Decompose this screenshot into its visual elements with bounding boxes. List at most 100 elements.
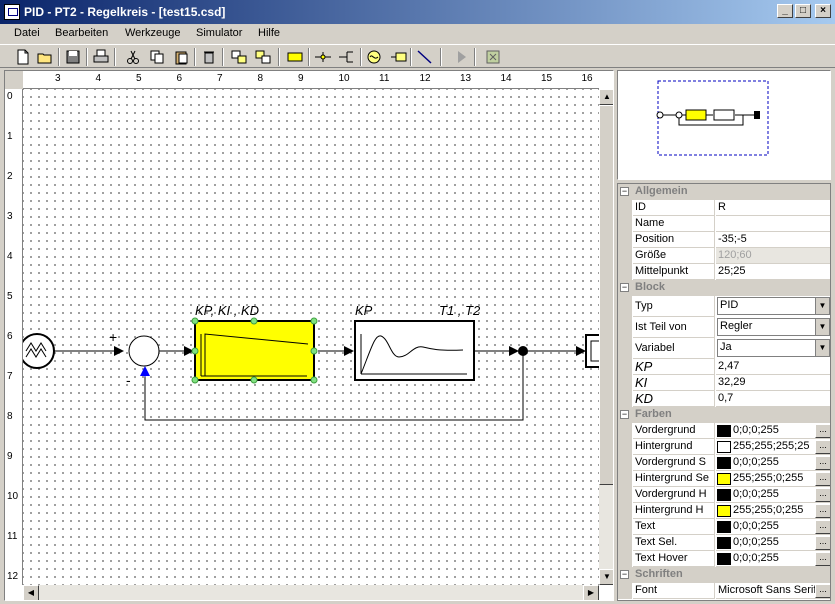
category-farben[interactable]: − Farben xyxy=(618,407,830,423)
scroll-right-arrow-icon[interactable]: ▶ xyxy=(583,585,599,600)
scroll-left-arrow-icon[interactable]: ◀ xyxy=(23,585,39,600)
property-value[interactable]: Microsoft Sans Serif xyxy=(716,583,830,599)
diagram-grid[interactable]: + - KP, KI , KD KP T1 , T2 xyxy=(23,89,599,585)
summation-icon[interactable] xyxy=(338,48,356,66)
open-icon[interactable] xyxy=(36,48,54,66)
toolbar-separator xyxy=(360,48,362,66)
color-property-row[interactable]: Hintergrund H 255;255;0;255... xyxy=(618,503,830,519)
sink-icon[interactable] xyxy=(390,48,408,66)
menu-werkzeuge[interactable]: Werkzeuge xyxy=(125,27,180,39)
color-ellipsis-button[interactable]: ... xyxy=(815,536,830,550)
connector-icon[interactable] xyxy=(416,48,434,66)
color-property-row[interactable]: Vordergrund H 0;0;0;255... xyxy=(618,487,830,503)
color-ellipsis-button[interactable]: ... xyxy=(815,520,830,534)
color-ellipsis-button[interactable]: ... xyxy=(815,456,830,470)
save-icon[interactable] xyxy=(64,48,82,66)
vertical-scroll-thumb[interactable] xyxy=(599,105,613,485)
overview-viewport[interactable] xyxy=(657,80,769,156)
property-value[interactable]: 25;25 xyxy=(716,264,830,280)
property-row[interactable]: KD 0,7 xyxy=(618,391,830,407)
collapse-icon[interactable]: − xyxy=(620,283,629,292)
block-icon[interactable] xyxy=(286,48,304,66)
chevron-down-icon[interactable]: ▼ xyxy=(815,319,829,335)
property-value[interactable] xyxy=(716,216,830,232)
property-row[interactable]: Position -35;-5 xyxy=(618,232,830,248)
property-row[interactable]: ID R xyxy=(618,200,830,216)
pid-block[interactable] xyxy=(191,317,318,384)
property-row[interactable]: Font Microsoft Sans Serif ... xyxy=(618,583,830,599)
color-ellipsis-button[interactable]: ... xyxy=(815,552,830,566)
stop-icon[interactable] xyxy=(484,48,502,66)
menu-datei[interactable]: Datei xyxy=(14,27,40,39)
print-icon[interactable] xyxy=(92,48,110,66)
menu-bearbeiten[interactable]: Bearbeiten xyxy=(55,27,108,39)
pt2-block-label-right: T1 , T2 xyxy=(439,303,481,318)
property-value[interactable]: 32,29 xyxy=(716,375,830,391)
toolbar xyxy=(0,44,835,68)
color-property-row[interactable]: Hintergrund 255;255;255;25... xyxy=(618,439,830,455)
color-ellipsis-button[interactable]: ... xyxy=(815,424,830,438)
property-value[interactable]: 2,47 xyxy=(716,359,830,375)
ruler-top-label: 7 xyxy=(217,73,223,84)
maximize-button[interactable]: □ xyxy=(795,4,811,18)
property-row[interactable]: Mittelpunkt 25;25 xyxy=(618,264,830,280)
collapse-icon[interactable]: − xyxy=(620,410,629,419)
vertical-scrollbar[interactable]: ▲ ▼ xyxy=(599,89,613,585)
color-ellipsis-button[interactable]: ... xyxy=(815,504,830,518)
minimize-button[interactable]: _ xyxy=(777,4,793,18)
new-icon[interactable] xyxy=(14,48,32,66)
scroll-up-arrow-icon[interactable]: ▲ xyxy=(599,89,613,105)
horizontal-scrollbar[interactable]: ◀ ▶ xyxy=(23,585,599,600)
junction-point[interactable] xyxy=(518,346,528,356)
category-schriften[interactable]: − Schriften xyxy=(618,567,830,583)
font-ellipsis-button[interactable]: ... xyxy=(815,584,830,598)
signal-source-block[interactable] xyxy=(23,333,55,369)
color-ellipsis-button[interactable]: ... xyxy=(815,488,830,502)
delete-icon[interactable] xyxy=(200,48,218,66)
property-row[interactable]: Name xyxy=(618,216,830,232)
property-row[interactable]: KI 32,29 xyxy=(618,375,830,391)
color-property-row[interactable]: Hintergrund Se 255;255;0;255... xyxy=(618,471,830,487)
scroll-down-arrow-icon[interactable]: ▼ xyxy=(599,569,613,585)
source-icon[interactable] xyxy=(366,48,384,66)
property-row[interactable]: Typ PID ▼ xyxy=(618,296,830,317)
collapse-icon[interactable]: − xyxy=(620,187,629,196)
color-ellipsis-button[interactable]: ... xyxy=(815,440,830,454)
color-property-row[interactable]: Text Sel. 0;0;0;255... xyxy=(618,535,830,551)
pt2-block[interactable] xyxy=(354,320,475,381)
property-row[interactable]: Ist Teil von Regler ▼ xyxy=(618,317,830,338)
property-row[interactable]: KP 2,47 xyxy=(618,359,830,375)
collapse-icon[interactable]: − xyxy=(620,570,629,579)
category-allgemein[interactable]: − Allgemein xyxy=(618,184,830,200)
chevron-down-icon[interactable]: ▼ xyxy=(815,340,829,356)
group-icon[interactable] xyxy=(230,48,248,66)
teil-dropdown[interactable]: Regler ▼ xyxy=(717,318,830,336)
color-property-row[interactable]: Vordergrund S 0;0;0;255... xyxy=(618,455,830,471)
property-row[interactable]: Größe 120;60 xyxy=(618,248,830,264)
run-icon[interactable] xyxy=(452,48,470,66)
color-ellipsis-button[interactable]: ... xyxy=(815,472,830,486)
property-value[interactable]: R xyxy=(716,200,830,216)
scope-sink-block[interactable] xyxy=(585,334,599,368)
color-property-row[interactable]: Text 0;0;0;255... xyxy=(618,519,830,535)
summation-block[interactable] xyxy=(128,335,160,367)
ruler-top-label: 16 xyxy=(581,73,593,84)
menu-simulator[interactable]: Simulator xyxy=(196,27,242,39)
overview-panel[interactable] xyxy=(617,70,831,180)
copy-icon[interactable] xyxy=(148,48,166,66)
cut-icon[interactable] xyxy=(124,48,142,66)
variabel-dropdown[interactable]: Ja ▼ xyxy=(717,339,830,357)
property-value[interactable]: 0,7 xyxy=(716,391,830,407)
ungroup-icon[interactable] xyxy=(254,48,272,66)
menu-hilfe[interactable]: Hilfe xyxy=(258,27,280,39)
category-block[interactable]: − Block xyxy=(618,280,830,296)
color-property-row[interactable]: Vordergrund 0;0;0;255... xyxy=(618,423,830,439)
chevron-down-icon[interactable]: ▼ xyxy=(815,298,829,314)
property-row[interactable]: Variabel Ja ▼ xyxy=(618,338,830,359)
close-button[interactable]: × xyxy=(815,4,831,18)
paste-icon[interactable] xyxy=(172,48,190,66)
typ-dropdown[interactable]: PID ▼ xyxy=(717,297,830,315)
property-value[interactable]: -35;-5 xyxy=(716,232,830,248)
color-property-row[interactable]: Text Hover 0;0;0;255... xyxy=(618,551,830,567)
junction-icon[interactable] xyxy=(314,48,332,66)
